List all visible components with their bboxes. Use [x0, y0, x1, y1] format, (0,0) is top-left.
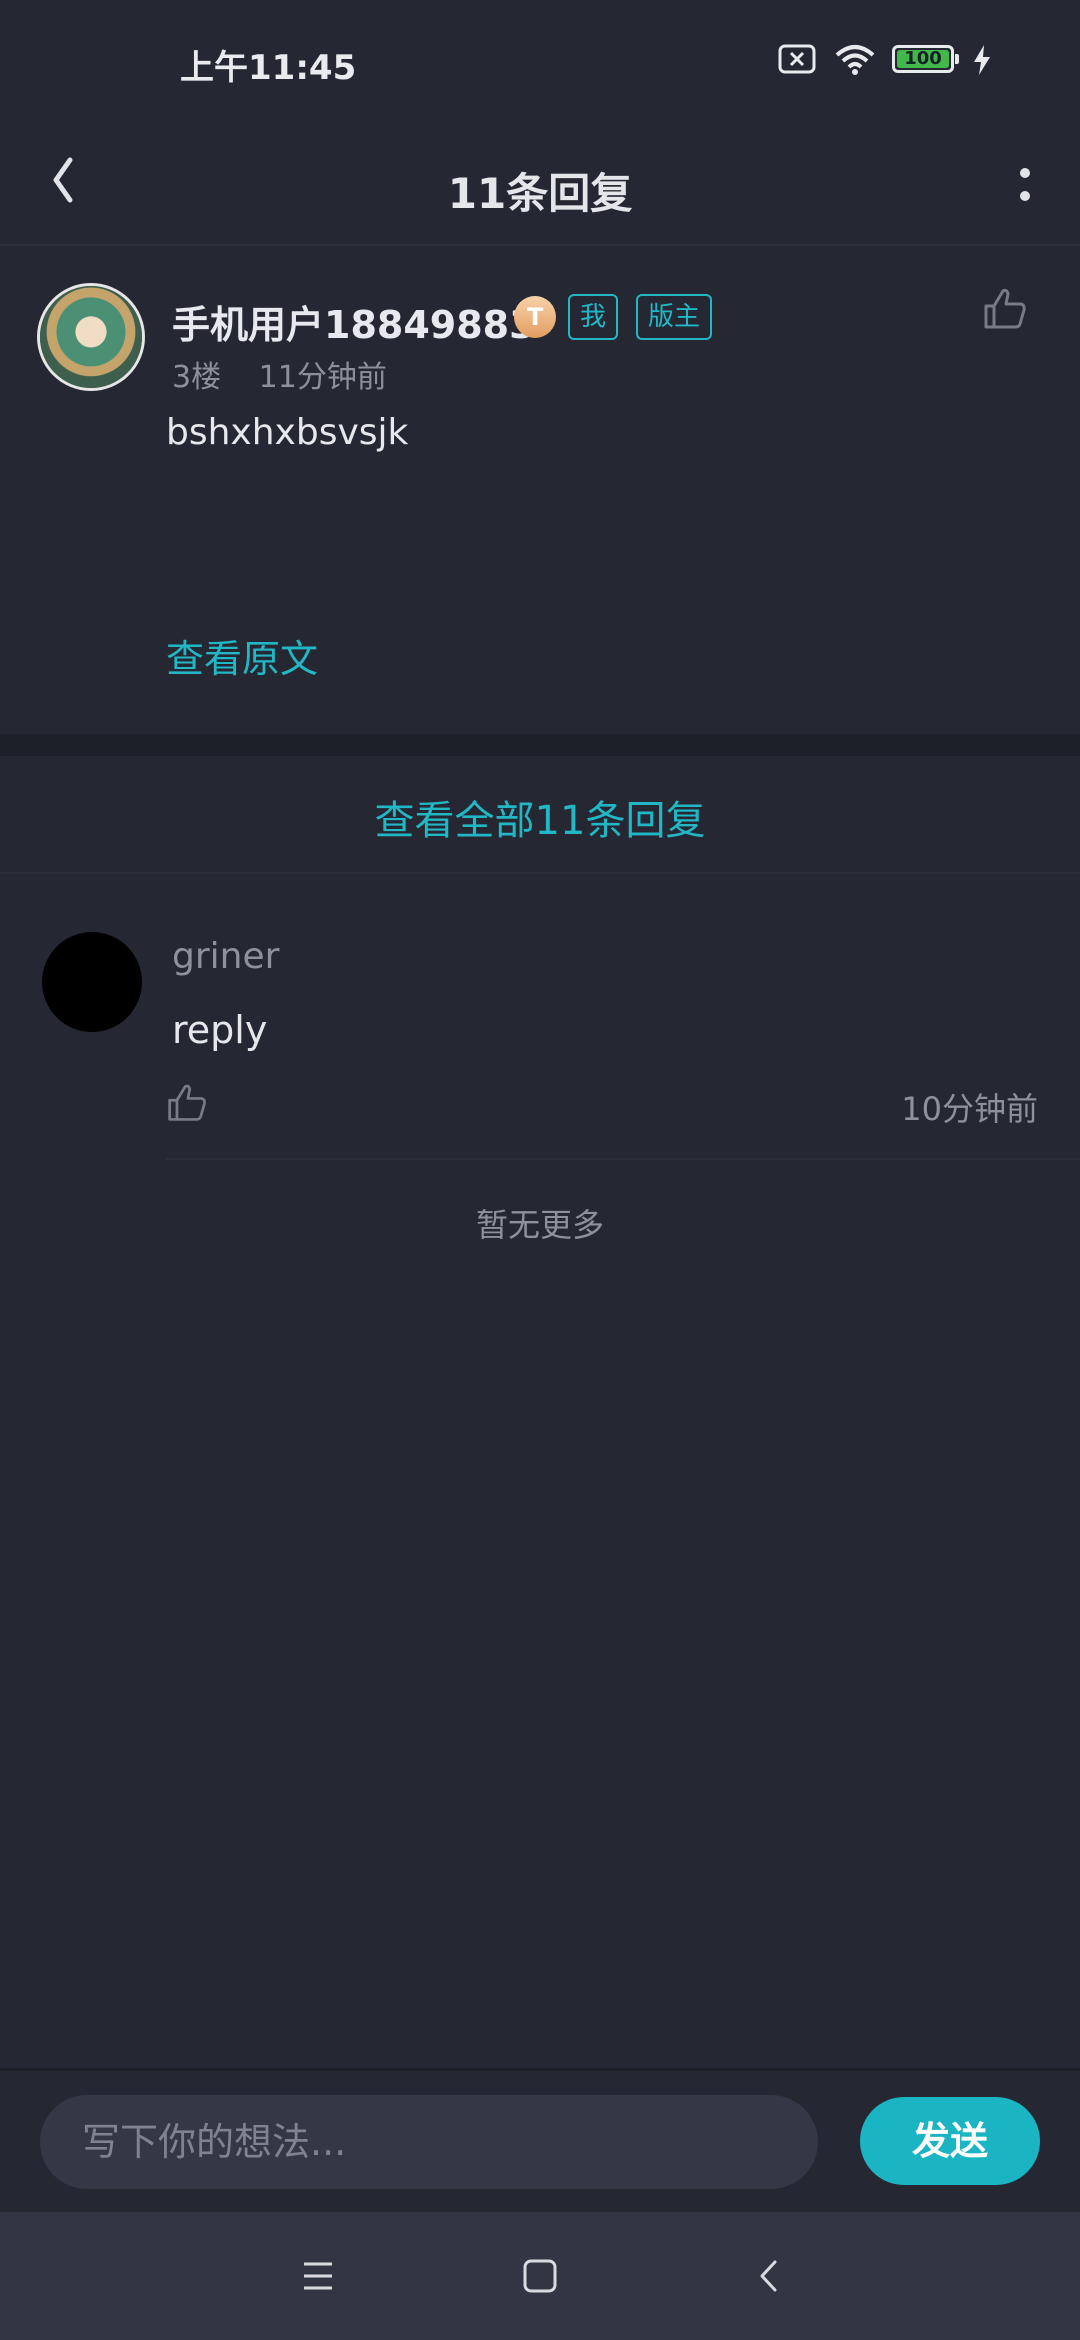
battery-tip: [955, 54, 959, 64]
post-content: bshxhxbsvsjk: [166, 412, 409, 453]
more-vertical-icon: [1020, 168, 1030, 201]
sim-card-icon: [778, 44, 816, 74]
me-tag: 我: [568, 294, 619, 340]
reply-item: griner reply 10分钟前: [0, 874, 1080, 1160]
post-time: 11分钟前: [258, 360, 387, 395]
charging-icon: [974, 45, 990, 75]
send-button[interactable]: 发送: [860, 2097, 1040, 2185]
comment-bar: 发送: [0, 2068, 1080, 2213]
no-more-label: 暂无更多: [475, 1206, 604, 1244]
view-all-replies[interactable]: 查看全部11条回复: [0, 756, 1080, 874]
thumbs-up-icon: [984, 288, 1026, 329]
moderator-tag: 版主: [636, 294, 713, 340]
home-square-icon: [523, 2259, 557, 2293]
comment-input[interactable]: [40, 2095, 818, 2189]
status-bar: 上午11:45 100: [0, 0, 1080, 120]
reply-detail-page: 上午11:45 100 11条回复 手机用户18849883 T 我 版主 3楼…: [0, 0, 1080, 2340]
post-like-button[interactable]: [982, 286, 1028, 332]
reply-content: reply: [172, 1008, 268, 1052]
menu-nav-button[interactable]: [290, 2248, 346, 2304]
section-divider: [0, 734, 1080, 756]
battery-icon: 100: [892, 45, 954, 73]
status-time: 上午11:45: [180, 48, 357, 88]
main-post: 手机用户18849883 T 我 版主 3楼 11分钟前 bshxhxbsvsj…: [0, 246, 1080, 733]
reply-username[interactable]: griner: [172, 936, 279, 977]
floor-number: 3楼: [172, 360, 222, 395]
menu-icon: [304, 2262, 332, 2290]
reply-divider: [166, 1158, 1080, 1160]
more-options-button[interactable]: [980, 140, 1060, 220]
page-title: 11条回复: [447, 169, 633, 218]
battery-level: 100: [897, 50, 949, 68]
user-avatar[interactable]: [40, 286, 142, 388]
view-all-replies-label: 查看全部11条回复: [374, 798, 706, 844]
reply-time: 10分钟前: [901, 1090, 1038, 1128]
home-nav-button[interactable]: [512, 2248, 568, 2304]
view-original-link[interactable]: 查看原文: [166, 628, 318, 683]
status-icons: 100: [778, 44, 1038, 84]
reply-avatar[interactable]: [42, 932, 142, 1032]
reply-like-button[interactable]: [166, 1082, 208, 1124]
post-meta: 3楼 11分钟前: [172, 352, 415, 396]
thumbs-up-icon: [168, 1084, 206, 1121]
back-nav-button[interactable]: [742, 2248, 798, 2304]
wifi-icon: [835, 45, 875, 75]
post-username[interactable]: 手机用户18849883: [172, 294, 536, 349]
level-badge: T: [514, 296, 556, 338]
chevron-left-icon: [760, 2260, 777, 2292]
system-nav-bar: [0, 2212, 1080, 2340]
page-header: 11条回复: [0, 120, 1080, 246]
